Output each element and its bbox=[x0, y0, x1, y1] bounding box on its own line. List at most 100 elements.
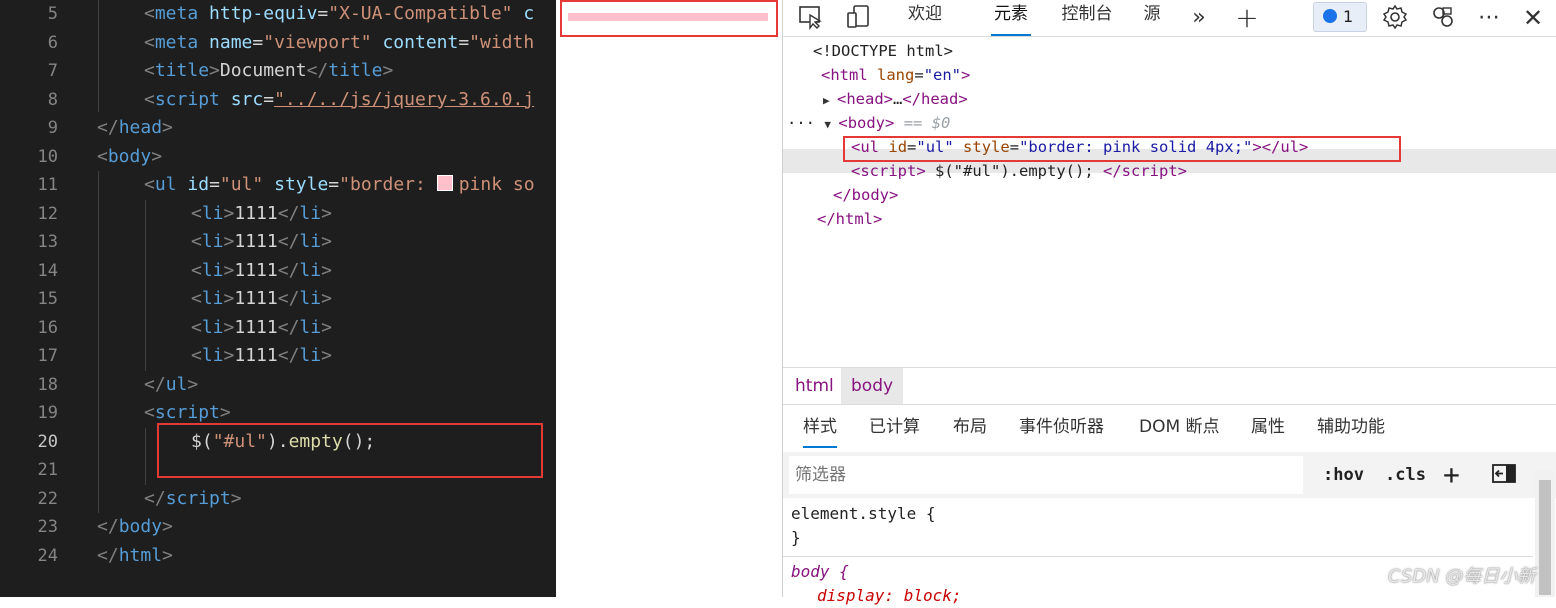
code-line[interactable]: 24 </html> bbox=[0, 542, 556, 570]
code-token: > bbox=[223, 316, 235, 338]
watermark: CSDN @每日小新 bbox=[1388, 566, 1536, 587]
tab-properties[interactable]: 属性 bbox=[1251, 404, 1285, 450]
code-text: <li>1111</li> bbox=[191, 228, 332, 256]
code-token: > bbox=[162, 117, 173, 138]
line-number: 7 bbox=[47, 61, 58, 81]
code-text: <script src="../../js/jquery-3.6.0.j bbox=[144, 86, 534, 114]
toggle-sidebar-icon[interactable] bbox=[1491, 463, 1517, 487]
tab-styles[interactable]: 样式 bbox=[803, 404, 837, 450]
highlight-box bbox=[560, 0, 778, 37]
tab-welcome[interactable]: 欢迎 bbox=[895, 0, 955, 36]
code-line[interactable]: 18 </ul> bbox=[0, 371, 556, 399]
more-options-icon[interactable]: ⋯ bbox=[1475, 4, 1503, 32]
code-line[interactable]: 16 <li>1111</li> bbox=[0, 314, 556, 342]
code-line[interactable]: 10 <body> bbox=[0, 143, 556, 171]
dom-body-open[interactable]: ··· ▼ <body> == $0 bbox=[787, 111, 950, 135]
dom-doctype[interactable]: <!DOCTYPE html> bbox=[813, 39, 953, 63]
tab-sources[interactable]: 源 bbox=[1135, 0, 1169, 36]
messages-badge[interactable]: 1 bbox=[1313, 2, 1367, 32]
settings-gear-icon[interactable] bbox=[1381, 4, 1409, 32]
line-number: 12 bbox=[37, 203, 58, 224]
close-icon[interactable]: ✕ bbox=[1519, 4, 1547, 32]
styles-filter-input[interactable] bbox=[789, 456, 1303, 494]
color-swatch-icon[interactable] bbox=[436, 175, 453, 191]
code-token: > bbox=[223, 259, 235, 281]
tab-elements[interactable]: 元素 bbox=[983, 0, 1039, 36]
code-line[interactable]: 11 <ul id="ul" style="border: pink so bbox=[0, 171, 556, 199]
dom-script-element[interactable]: <script> $("#ul").empty(); </script> bbox=[851, 159, 1187, 183]
more-tabs-icon[interactable]: » bbox=[1185, 4, 1213, 32]
tab-event-listeners[interactable]: 事件侦听器 bbox=[1019, 404, 1104, 450]
inspect-element-icon[interactable] bbox=[797, 4, 825, 32]
code-token: </ bbox=[144, 373, 166, 395]
code-token: = bbox=[458, 31, 470, 53]
code-line[interactable]: 12 <li>1111</li> bbox=[0, 200, 556, 228]
code-line[interactable]: 13 <li>1111</li> bbox=[0, 228, 556, 256]
styles-scrollbar[interactable] bbox=[1535, 470, 1555, 597]
line-number: 24 bbox=[37, 545, 58, 566]
breadcrumb-html[interactable]: html bbox=[785, 368, 844, 404]
body-display-declaration[interactable]: display: block; bbox=[817, 584, 962, 608]
dom-head-collapsed[interactable]: ▶ <head>…</head> bbox=[823, 87, 968, 111]
hov-toggle-button[interactable]: :hov bbox=[1323, 458, 1364, 492]
breadcrumb-body[interactable]: body bbox=[841, 368, 904, 404]
styles-subtabs: 样式 已计算 布局 事件侦听器 DOM 断点 属性 辅助功能 bbox=[783, 404, 1556, 450]
code-text: <meta name="viewport" content="width bbox=[144, 29, 534, 57]
code-line[interactable]: 5 <meta http-equiv="X-UA-Compatible" c bbox=[0, 0, 556, 28]
new-style-rule-icon[interactable]: + bbox=[1443, 458, 1460, 492]
code-line[interactable]: 7 <title>Document</title> bbox=[0, 57, 556, 85]
dom-html-close[interactable]: </html> bbox=[817, 207, 882, 231]
expand-triangle-icon[interactable]: ▶ bbox=[823, 89, 837, 113]
tab-computed[interactable]: 已计算 bbox=[869, 404, 920, 450]
code-token: li bbox=[201, 288, 224, 309]
dom-html-open[interactable]: <html lang="en"> bbox=[821, 63, 970, 87]
code-token: < bbox=[191, 259, 202, 281]
dom-body-close[interactable]: </body> bbox=[833, 183, 898, 207]
code-token: > bbox=[321, 345, 332, 366]
code-line[interactable]: 23 </body> bbox=[0, 513, 556, 541]
code-token: </ bbox=[97, 516, 119, 537]
code-line[interactable]: 22 </script> bbox=[0, 485, 556, 513]
code-token: li bbox=[201, 316, 224, 338]
tab-accessibility[interactable]: 辅助功能 bbox=[1317, 404, 1385, 450]
code-token: > bbox=[151, 145, 163, 167]
code-line[interactable]: 17 <li>1111</li> bbox=[0, 342, 556, 370]
tab-dom-breakpoints[interactable]: DOM 断点 bbox=[1139, 404, 1220, 450]
tab-layout[interactable]: 布局 bbox=[953, 404, 987, 450]
code-token: 1111 bbox=[234, 231, 278, 252]
code-token: html bbox=[118, 544, 163, 566]
code-line[interactable]: 14 <li>1111</li> bbox=[0, 257, 556, 285]
filter-bar: :hov .cls + bbox=[783, 452, 1556, 498]
cls-toggle-button[interactable]: .cls bbox=[1385, 458, 1426, 492]
customize-icon[interactable] bbox=[1429, 4, 1457, 32]
code-token: = bbox=[209, 174, 220, 195]
code-token: li bbox=[201, 202, 224, 224]
code-token: > bbox=[162, 544, 173, 566]
row-ellipsis-icon[interactable]: ··· bbox=[787, 114, 815, 132]
line-number: 20 bbox=[37, 431, 58, 452]
line-number: 22 bbox=[37, 488, 58, 509]
code-line[interactable]: 8 <script src="../../js/jquery-3.6.0.j bbox=[0, 86, 556, 114]
code-line[interactable]: 6 <meta name="viewport" content="width bbox=[0, 29, 556, 57]
code-token: </ bbox=[306, 60, 329, 81]
body-style-rule[interactable]: body { bbox=[791, 560, 849, 584]
collapse-triangle-icon[interactable]: ▼ bbox=[824, 113, 838, 137]
code-token: < bbox=[191, 202, 202, 224]
code-token: < bbox=[144, 60, 155, 81]
code-text: </html> bbox=[97, 542, 173, 570]
add-tab-icon[interactable]: + bbox=[1233, 4, 1261, 32]
code-line[interactable]: 9 </head> bbox=[0, 114, 556, 142]
code-text: </script> bbox=[144, 485, 242, 513]
code-token: li bbox=[299, 316, 322, 338]
element-style-rule[interactable]: element.style { bbox=[791, 502, 936, 526]
code-line[interactable]: 15 <li>1111</li> bbox=[0, 285, 556, 313]
code-text: <li>1111</li> bbox=[191, 285, 332, 313]
tab-console[interactable]: 控制台 bbox=[1051, 0, 1123, 36]
scrollbar-thumb[interactable] bbox=[1539, 480, 1551, 595]
line-number: 15 bbox=[37, 289, 58, 309]
code-editor[interactable]: 5 <meta http-equiv="X-UA-Compatible" c 6 <m… bbox=[0, 0, 556, 597]
device-emulation-icon[interactable] bbox=[845, 4, 873, 32]
line-number: 23 bbox=[37, 517, 58, 537]
